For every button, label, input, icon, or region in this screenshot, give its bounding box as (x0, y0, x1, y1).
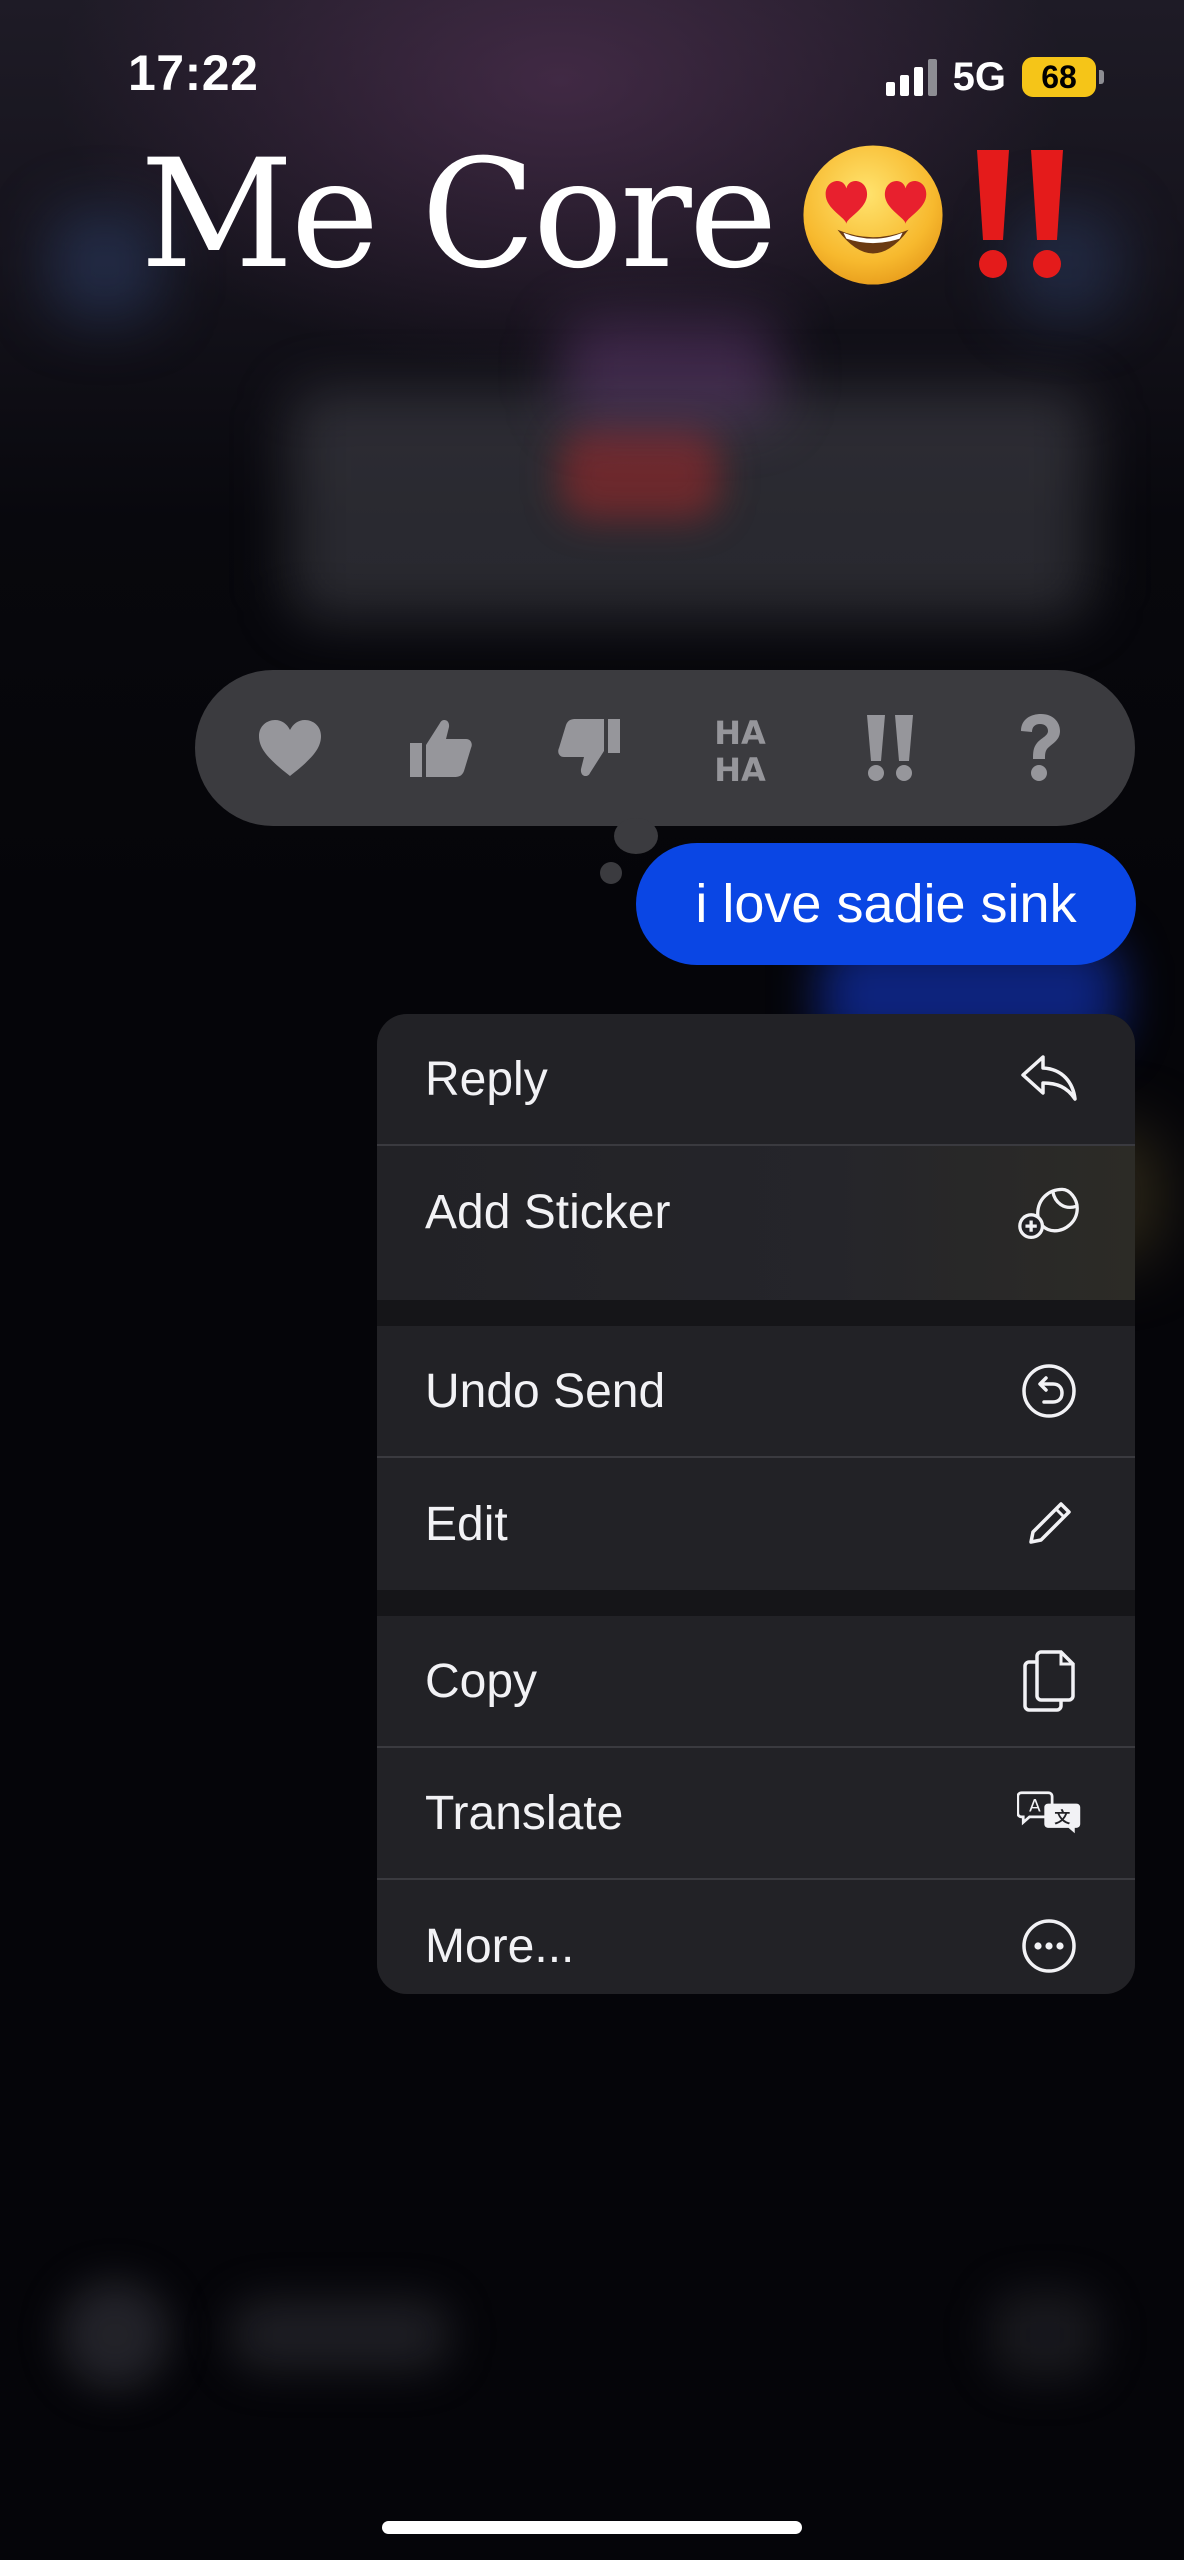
menu-group-edit: Undo Send Edit (377, 1326, 1135, 1590)
thumbs-down-icon[interactable] (535, 693, 645, 803)
svg-text:HA: HA (714, 714, 766, 752)
heart-icon[interactable] (235, 693, 345, 803)
tapback-tail (614, 818, 658, 854)
menu-separator (377, 1300, 1135, 1326)
menu-group-copy: Copy Translate A 文 More... (377, 1616, 1135, 1994)
haha-icon[interactable]: HA HA (685, 693, 795, 803)
thumbs-up-icon[interactable] (385, 693, 495, 803)
network-type: 5G (952, 54, 1006, 99)
svg-text:HA: HA (714, 751, 766, 785)
menu-group-reply: Reply Add Sticker (377, 1014, 1135, 1300)
menu-item-label: Reply (425, 1052, 548, 1106)
reply-arrow-icon (1017, 1047, 1081, 1111)
status-indicators: 5G 68 (885, 52, 1104, 102)
menu-item-label: Undo Send (425, 1364, 666, 1418)
menu-item-copy[interactable]: Copy (377, 1616, 1135, 1748)
tapback-tail-dot (600, 862, 622, 884)
double-exclamation-icon[interactable] (835, 693, 945, 803)
menu-item-label: Edit (425, 1497, 508, 1551)
svg-text:文: 文 (1054, 1807, 1070, 1826)
battery-icon: 68 (1022, 57, 1104, 97)
home-indicator[interactable] (382, 2521, 802, 2534)
cellular-signal-icon (885, 58, 937, 96)
message-text: i love sadie sink (695, 874, 1077, 934)
menu-separator (377, 1590, 1135, 1616)
caption-text: Me Core (140, 128, 778, 302)
message-context-menu: Reply Add Sticker Undo Send Edit Copy Tr… (377, 1014, 1135, 1994)
menu-item-label: More... (425, 1919, 575, 1973)
menu-item-translate[interactable]: Translate A 文 (377, 1748, 1135, 1880)
undo-send-icon (1017, 1359, 1081, 1423)
blurred-input-button (990, 2290, 1100, 2380)
heart-eyes-face-emoji (803, 145, 943, 285)
blurred-input-field (230, 2300, 450, 2370)
blurred-image-detail (560, 320, 780, 420)
translate-icon: A 文 (1017, 1781, 1081, 1845)
menu-item-edit[interactable]: Edit (377, 1458, 1135, 1590)
battery-level: 68 (1022, 57, 1096, 97)
svg-text:A: A (1029, 1796, 1041, 1816)
menu-item-label: Copy (425, 1654, 538, 1708)
blurred-image-detail (560, 430, 720, 520)
menu-item-label: Translate (425, 1786, 624, 1840)
menu-item-label: Add Sticker (425, 1185, 671, 1239)
menu-item-undo-send[interactable]: Undo Send (377, 1326, 1135, 1458)
question-mark-icon[interactable] (985, 693, 1095, 803)
menu-item-more[interactable]: More... (377, 1880, 1135, 1994)
more-ellipsis-icon (1017, 1914, 1081, 1978)
menu-item-reply[interactable]: Reply (377, 1014, 1135, 1146)
menu-item-add-sticker[interactable]: Add Sticker (377, 1146, 1135, 1300)
message-bubble[interactable]: i love sadie sink (636, 843, 1136, 965)
overlay-caption: Me Core (140, 140, 1069, 290)
copy-icon (1017, 1649, 1081, 1713)
double-exclamation-emoji (971, 150, 1069, 280)
status-time: 17:22 (128, 45, 259, 101)
tapback-bar: HA HA (195, 670, 1135, 826)
messages-screen: 17:22 5G 68 Me Core HA HA i love sadie s… (0, 0, 1184, 2560)
add-sticker-icon (1017, 1180, 1081, 1244)
blurred-avatar (60, 2280, 170, 2390)
pencil-icon (1017, 1492, 1081, 1556)
